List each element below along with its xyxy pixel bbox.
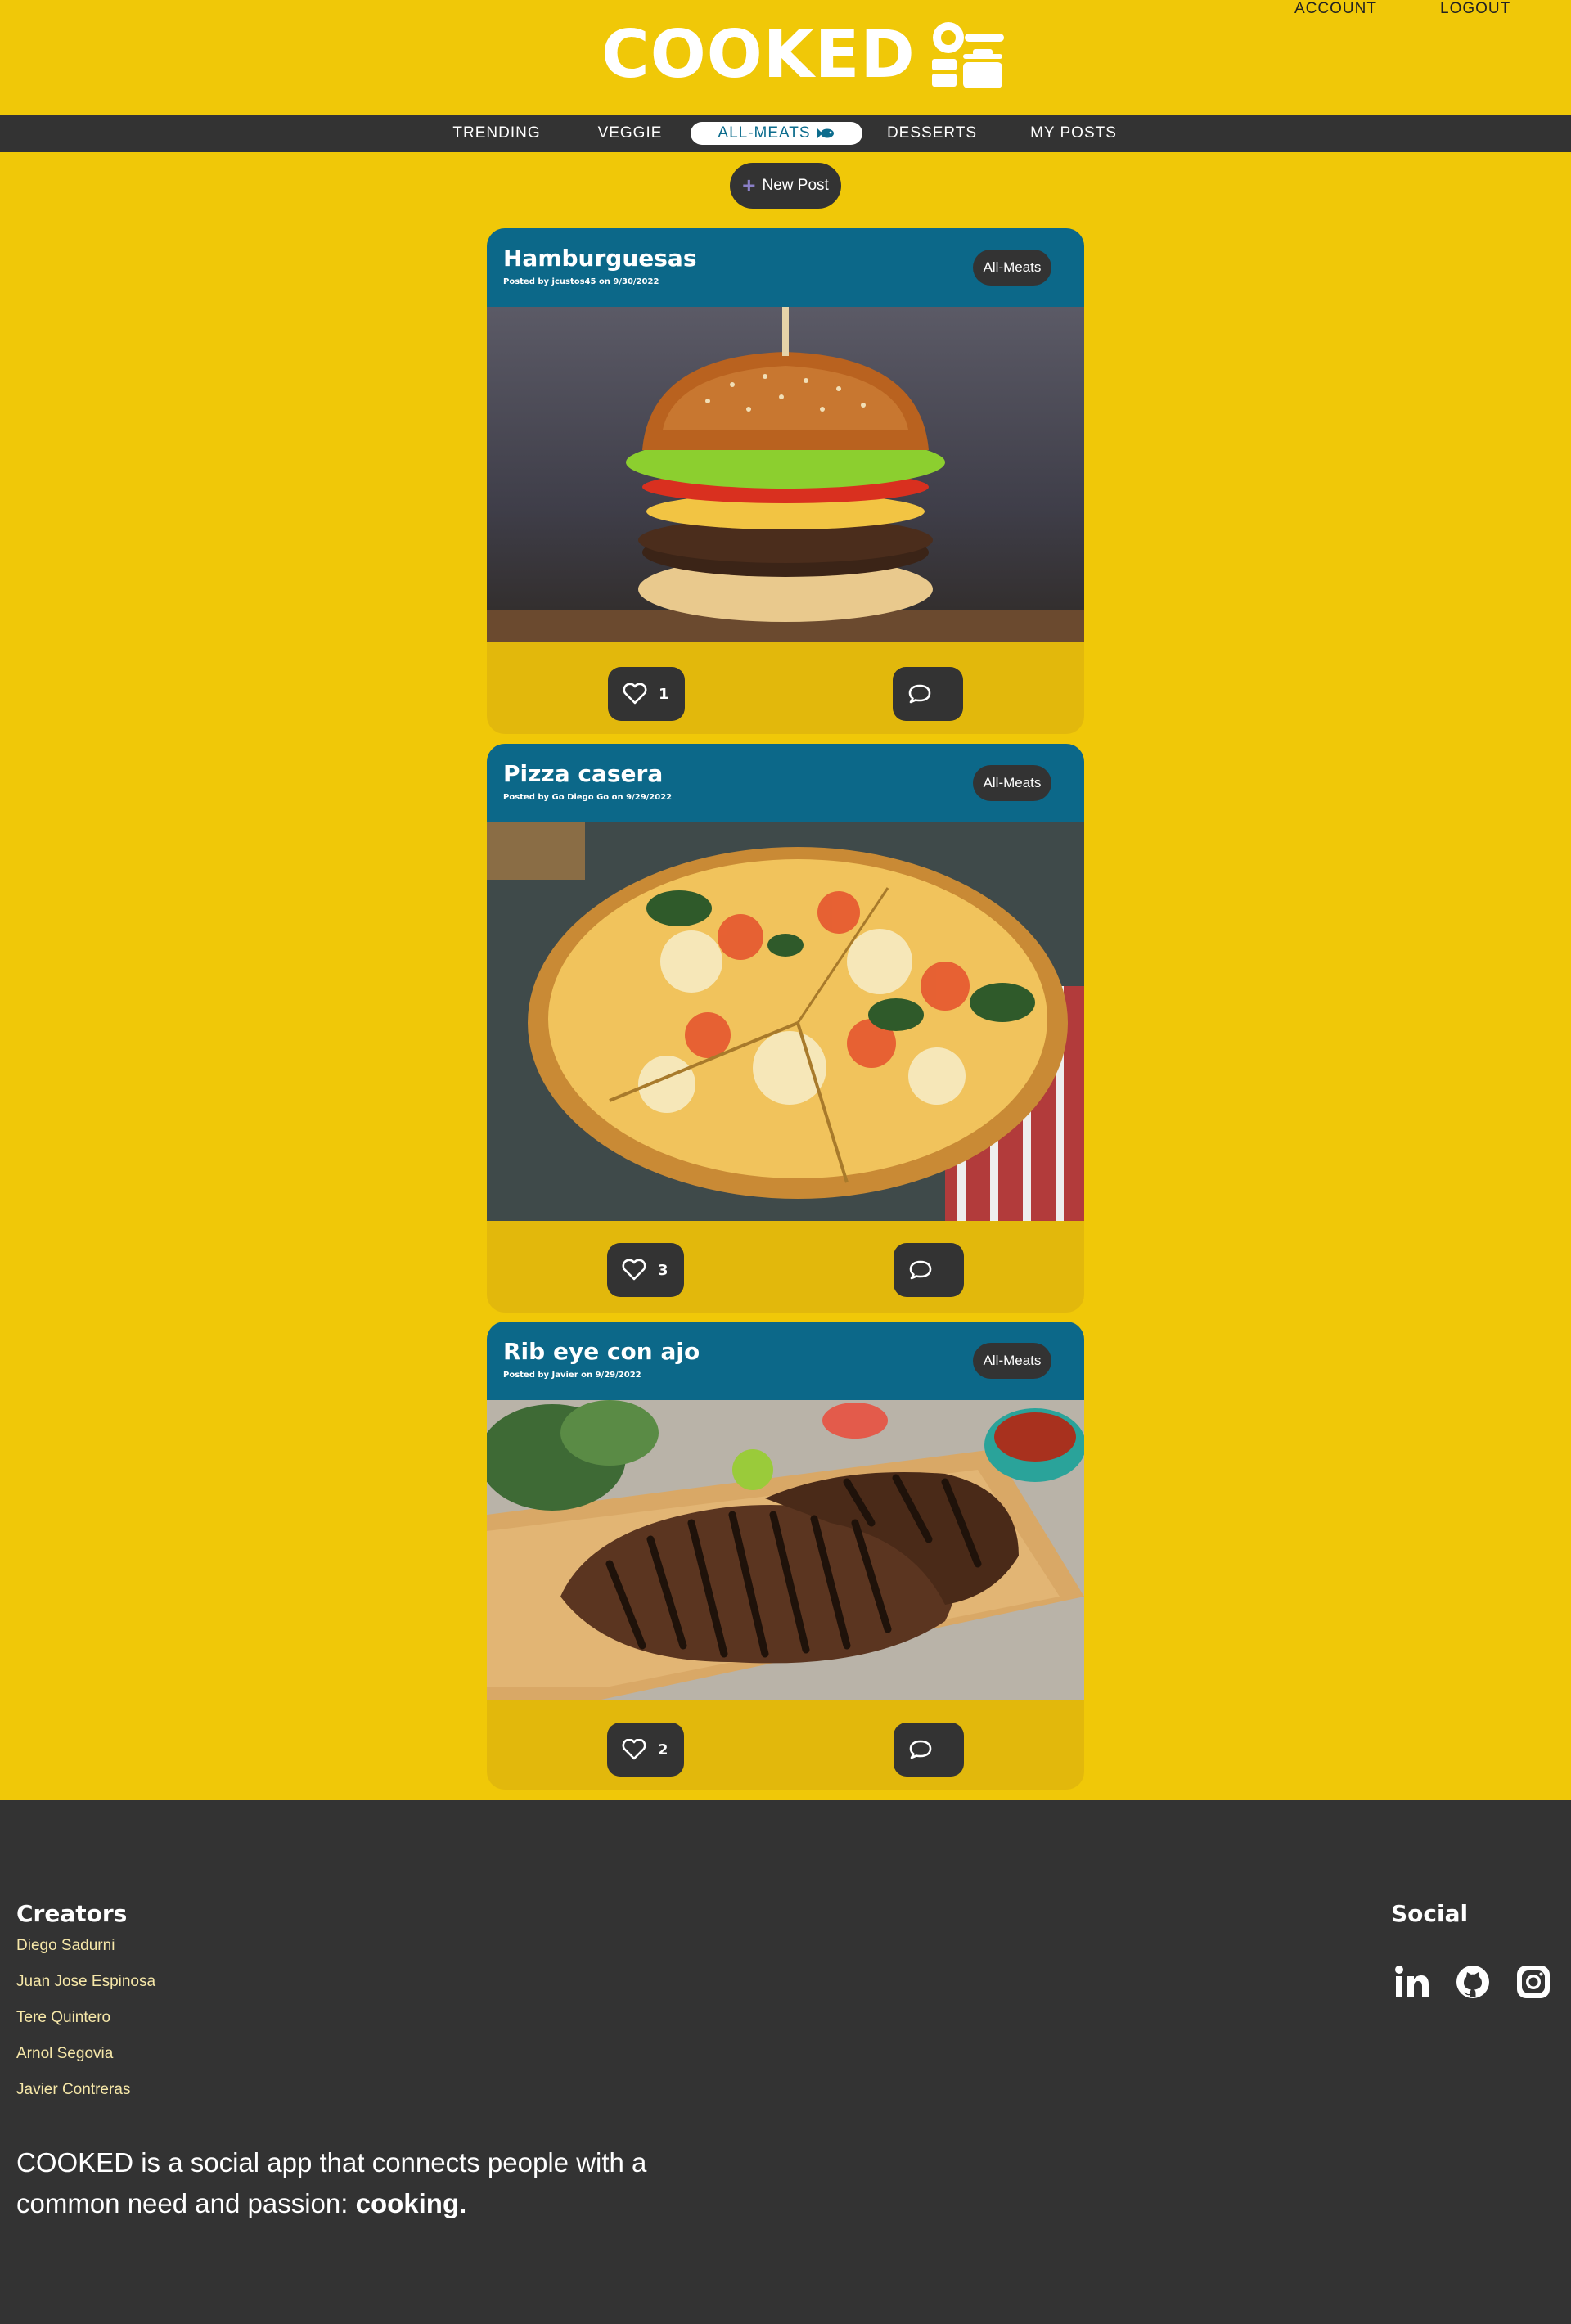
comment-button[interactable] xyxy=(894,1243,964,1297)
creators-heading: Creators xyxy=(16,1900,128,1927)
logo-text: COOKED xyxy=(601,16,916,92)
like-count: 1 xyxy=(659,685,669,703)
new-post-label: New Post xyxy=(762,177,829,194)
about-body: COOKED is a social app that connects peo… xyxy=(16,2147,647,2218)
comment-icon xyxy=(908,684,931,704)
creator-link[interactable]: Juan Jose Espinosa xyxy=(16,1973,155,1991)
comment-button[interactable] xyxy=(893,667,963,721)
fish-icon xyxy=(817,128,834,138)
post-header: Hamburguesas Posted by jcustos45 on 9/30… xyxy=(487,228,1084,307)
category-nav: TRENDING VEGGIE ALL-MEATS DESSERTS MY PO… xyxy=(0,115,1571,152)
like-count: 2 xyxy=(658,1741,668,1759)
plus-icon: + xyxy=(742,173,756,198)
creator-link[interactable]: Diego Sadurni xyxy=(16,1937,115,1955)
new-post-button[interactable]: + New Post xyxy=(730,163,841,209)
post-title[interactable]: Pizza casera xyxy=(503,760,663,787)
comment-button[interactable] xyxy=(894,1723,964,1777)
footer: Creators Diego Sadurni Juan Jose Espinos… xyxy=(0,1800,1571,2324)
nav-item-my-posts[interactable]: MY POSTS xyxy=(1019,122,1128,145)
heart-icon xyxy=(622,1259,646,1281)
heart-icon xyxy=(623,683,647,705)
post-card: Hamburguesas Posted by jcustos45 on 9/30… xyxy=(487,228,1084,734)
account-link[interactable]: ACCOUNT xyxy=(1294,0,1393,18)
creator-link[interactable]: Javier Contreras xyxy=(16,2081,130,2099)
about-text: COOKED is a social app that connects peo… xyxy=(16,2142,671,2224)
post-meta: Posted by Go Diego Go on 9/29/2022 xyxy=(503,793,673,802)
linkedin-icon[interactable] xyxy=(1394,1964,1430,2000)
logo[interactable]: COOKED xyxy=(601,18,1006,92)
like-button[interactable]: 2 xyxy=(607,1723,684,1777)
nav-item-label: ALL-MEATS xyxy=(718,124,811,142)
category-badge[interactable]: All-Meats xyxy=(973,765,1051,801)
pizza-photo[interactable] xyxy=(487,822,1084,1221)
logout-link[interactable]: LOGOUT xyxy=(1440,0,1522,18)
like-button[interactable]: 1 xyxy=(608,667,685,721)
creator-link[interactable]: Tere Quintero xyxy=(16,2009,110,2027)
like-count: 3 xyxy=(658,1261,668,1279)
post-card: Rib eye con ajo Posted by Javier on 9/29… xyxy=(487,1322,1084,1790)
post-meta: Posted by Javier on 9/29/2022 xyxy=(503,1371,641,1380)
nav-item-all-meats[interactable]: ALL-MEATS xyxy=(691,122,862,145)
header: COOKED ACCOUNT LOGOUT xyxy=(0,0,1571,115)
nav-item-veggie[interactable]: VEGGIE xyxy=(581,122,679,145)
about-emphasis: cooking. xyxy=(355,2188,467,2218)
instagram-icon[interactable] xyxy=(1515,1964,1551,2000)
social-heading: Social xyxy=(1391,1900,1469,1927)
post-title[interactable]: Rib eye con ajo xyxy=(503,1338,700,1365)
category-badge[interactable]: All-Meats xyxy=(973,1343,1051,1379)
steak-photo[interactable] xyxy=(487,1400,1084,1700)
github-icon[interactable] xyxy=(1455,1964,1491,2000)
post-meta: Posted by jcustos45 on 9/30/2022 xyxy=(503,277,659,286)
creator-link[interactable]: Arnol Segovia xyxy=(16,2045,113,2063)
comment-icon xyxy=(909,1740,932,1759)
post-card: Pizza casera Posted by Go Diego Go on 9/… xyxy=(487,744,1084,1313)
heart-icon xyxy=(622,1739,646,1760)
nav-item-trending[interactable]: TRENDING xyxy=(435,122,558,145)
comment-icon xyxy=(909,1260,932,1280)
category-badge[interactable]: All-Meats xyxy=(973,250,1051,286)
post-header: Pizza casera Posted by Go Diego Go on 9/… xyxy=(487,744,1084,822)
nav-item-desserts[interactable]: DESSERTS xyxy=(875,122,989,145)
hamburger-photo[interactable] xyxy=(487,307,1084,642)
like-button[interactable]: 3 xyxy=(607,1243,684,1297)
post-header: Rib eye con ajo Posted by Javier on 9/29… xyxy=(487,1322,1084,1400)
cooking-utensils-icon xyxy=(931,22,1004,88)
post-title[interactable]: Hamburguesas xyxy=(503,245,696,272)
